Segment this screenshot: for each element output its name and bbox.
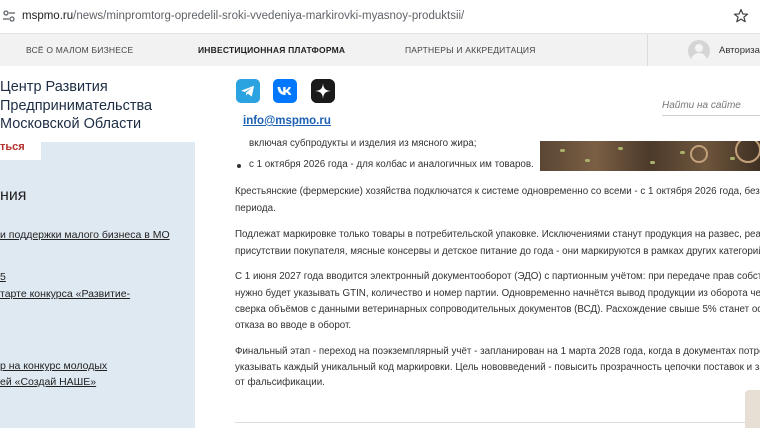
bullet-2: с 1 октября 2026 года - для колбас и ана…: [249, 159, 534, 170]
nav-item-investment-platform[interactable]: ИНВЕСТИЦИОННАЯ ПЛАТФОРМА: [198, 45, 345, 55]
avatar-body: [691, 53, 707, 62]
vk-icon[interactable]: [273, 79, 297, 103]
bullet-dot: [237, 164, 241, 168]
nav-item-partners[interactable]: ПАРТНЕРЫ И АККРЕДИТАЦИЯ: [405, 45, 536, 55]
sidebar-heading: ния: [0, 187, 27, 204]
tune-icon[interactable]: [2, 9, 16, 23]
content-divider: [235, 422, 760, 423]
telegram-icon[interactable]: [236, 79, 260, 103]
logo-line-1: Центр Развития: [0, 79, 108, 95]
site-logo[interactable]: Центр Развития Предпринимательства Моско…: [0, 78, 152, 134]
sidebar-link-young[interactable]: р на конкурс молодых: [0, 359, 107, 374]
url-text[interactable]: mspmo.ru/news/minpromtorg-opredelil-srok…: [22, 10, 464, 22]
url-path: /news/minpromtorg-opredelil-sroki-vveden…: [73, 10, 465, 22]
nav-item-small-business[interactable]: ВСЁ О МАЛОМ БИЗНЕСЕ: [26, 45, 133, 55]
star-icon[interactable]: [733, 8, 749, 24]
email-link[interactable]: info@mspmo.ru: [243, 115, 331, 127]
paragraph-3-line-4: отказа во вводе в оборот.: [235, 320, 352, 331]
paragraph-3-line-1: С 1 июня 2027 года вводится электронный …: [235, 271, 760, 282]
sidebar-button-label: ться: [0, 141, 25, 153]
paragraph-4-line-3: от фальсификации.: [235, 377, 325, 388]
article-image: [540, 141, 760, 171]
paragraph-2-line-2: присутствии покупателя, мясные консервы …: [235, 246, 760, 257]
user-avatar-icon[interactable]: [688, 40, 710, 62]
paragraph-3-line-3: сверка объёмов с данными ветеринарных со…: [235, 304, 760, 315]
logo-line-2: Предпринимательства: [0, 97, 153, 114]
floating-widget[interactable]: [745, 390, 760, 428]
browser-address-bar[interactable]: mspmo.ru/news/minpromtorg-opredelil-srok…: [0, 0, 760, 34]
sidebar-link-create-ours[interactable]: ей «Создай НАШЕ»: [0, 375, 96, 390]
sidebar-link-contest[interactable]: тарте конкурса «Развитие-: [0, 287, 130, 302]
site-header: Центр Развития Предпринимательства Моско…: [0, 66, 760, 142]
url-domain: mspmo.ru: [22, 10, 74, 22]
dzen-icon[interactable]: [311, 79, 335, 103]
top-navigation: ВСЁ О МАЛОМ БИЗНЕСЕ ИНВЕСТИЦИОННАЯ ПЛАТФ…: [0, 34, 760, 66]
avatar-head: [695, 44, 703, 52]
article-content: включая субпродукты и изделия из мясного…: [195, 138, 760, 428]
paragraph-4-line-1: Финальный этап - переход на поэкземплярн…: [235, 346, 760, 357]
logo-line-3: Московской Области: [0, 116, 142, 132]
paragraph-1-line-2: периода.: [235, 203, 276, 214]
nav-divider: [647, 34, 648, 66]
bullet-1-continuation: включая субпродукты и изделия из мясного…: [249, 138, 477, 149]
login-link[interactable]: Авториза: [719, 45, 760, 56]
paragraph-3-line-2: нужно будет указывать GTIN, количество и…: [235, 288, 760, 299]
sidebar-link-support[interactable]: и поддержки малого бизнеса в МО: [0, 228, 170, 243]
left-sidebar: ться ния и поддержки малого бизнеса в МО…: [0, 140, 195, 428]
paragraph-1-line-1: Крестьянские (фермерские) хозяйства подк…: [235, 186, 760, 197]
sidebar-link-5[interactable]: 5: [0, 270, 6, 285]
paragraph-2-line-1: Подлежат маркировке только товары в потр…: [235, 229, 760, 240]
sidebar-button[interactable]: ться: [0, 140, 41, 160]
search-input[interactable]: [662, 96, 760, 116]
